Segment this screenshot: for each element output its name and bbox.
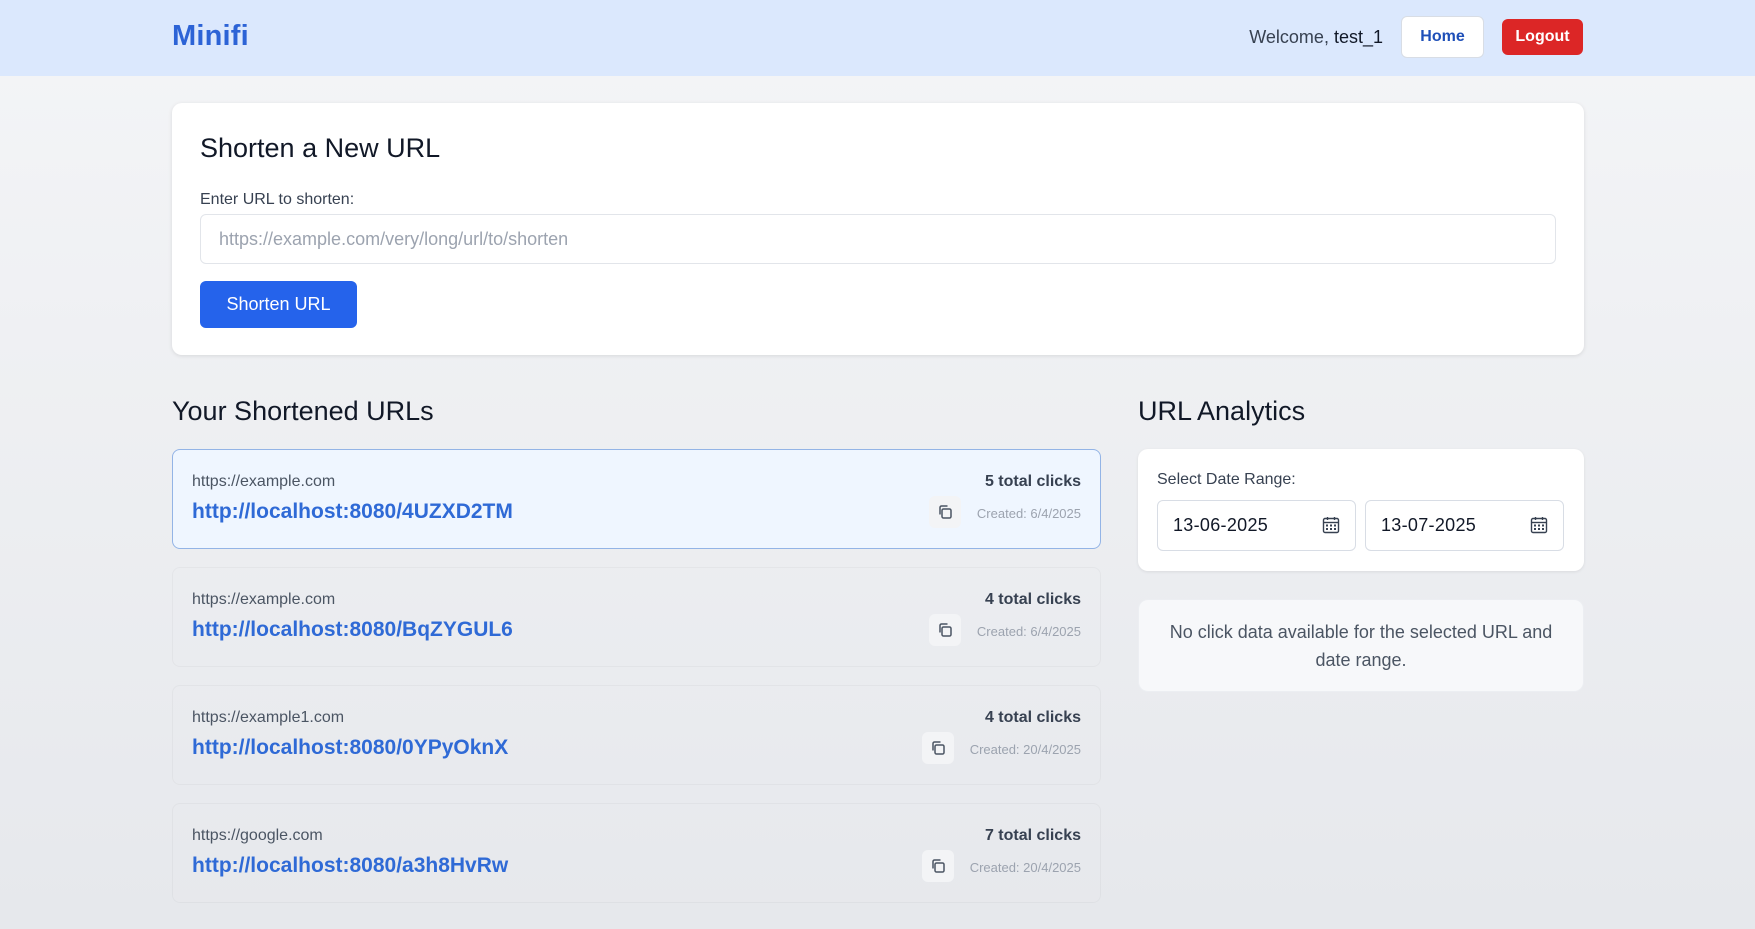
original-url: https://example.com bbox=[192, 473, 336, 490]
calendar-icon[interactable] bbox=[1530, 516, 1548, 534]
short-url-link[interactable]: http://localhost:8080/0YPyOknX bbox=[192, 736, 508, 760]
total-clicks: 7 total clicks bbox=[984, 827, 1081, 844]
start-date-field[interactable]: 13-06-2025 bbox=[1157, 500, 1356, 551]
original-url: https://example.com bbox=[192, 591, 336, 608]
brand-logo[interactable]: Minifi bbox=[172, 20, 249, 53]
short-url-link[interactable]: http://localhost:8080/4UZXD2TM bbox=[192, 500, 513, 524]
short-url-link[interactable]: http://localhost:8080/BqZYGUL6 bbox=[192, 618, 513, 642]
copy-button[interactable] bbox=[929, 496, 961, 528]
no-data-message: No click data available for the selected… bbox=[1138, 599, 1584, 692]
original-url: https://example1.com bbox=[192, 709, 345, 726]
shorten-url-button[interactable]: Shorten URL bbox=[200, 281, 357, 328]
created-date: Created: 6/4/2025 bbox=[976, 506, 1081, 521]
copy-icon bbox=[939, 505, 952, 519]
shortened-urls-title: Your Shortened URLs bbox=[172, 396, 434, 426]
top-navbar: Minifi Welcome, test_1 Home Logout bbox=[0, 0, 1755, 76]
copy-icon bbox=[932, 741, 945, 755]
shorten-card-title: Shorten a New URL bbox=[200, 133, 441, 163]
total-clicks: 5 total clicks bbox=[984, 473, 1081, 490]
copy-icon bbox=[932, 859, 945, 873]
url-list-item[interactable]: https://example.com http://localhost:808… bbox=[172, 449, 1101, 549]
url-list-item[interactable]: https://example1.com http://localhost:80… bbox=[172, 685, 1101, 785]
url-list-item[interactable]: https://example.com http://localhost:808… bbox=[172, 567, 1101, 667]
short-url-link[interactable]: http://localhost:8080/a3h8HvRw bbox=[192, 854, 508, 878]
welcome-prefix: Welcome, bbox=[1249, 27, 1334, 47]
created-date: Created: 6/4/2025 bbox=[976, 624, 1081, 639]
original-url: https://google.com bbox=[192, 827, 323, 844]
total-clicks: 4 total clicks bbox=[984, 591, 1081, 608]
copy-button[interactable] bbox=[922, 850, 954, 882]
calendar-icon[interactable] bbox=[1322, 516, 1340, 534]
logout-button[interactable]: Logout bbox=[1502, 19, 1583, 55]
home-button[interactable]: Home bbox=[1401, 16, 1484, 58]
end-date-value: 13-07-2025 bbox=[1381, 515, 1477, 535]
url-analytics-title: URL Analytics bbox=[1138, 396, 1306, 426]
url-list-item[interactable]: https://google.com http://localhost:8080… bbox=[172, 803, 1101, 903]
total-clicks: 4 total clicks bbox=[984, 709, 1081, 726]
url-input[interactable] bbox=[200, 214, 1556, 264]
username: test_1 bbox=[1333, 27, 1383, 47]
date-range-card: Select Date Range: 13-06-2025 13-07-2025 bbox=[1138, 449, 1584, 571]
end-date-field[interactable]: 13-07-2025 bbox=[1365, 500, 1564, 551]
copy-icon bbox=[939, 623, 952, 637]
welcome-message: Welcome, test_1 bbox=[1249, 27, 1383, 48]
shorten-url-card: Shorten a New URL Enter URL to shorten: … bbox=[172, 103, 1584, 355]
start-date-value: 13-06-2025 bbox=[1173, 515, 1269, 535]
copy-button[interactable] bbox=[922, 732, 954, 764]
created-date: Created: 20/4/2025 bbox=[969, 742, 1081, 757]
created-date: Created: 20/4/2025 bbox=[969, 860, 1081, 875]
copy-button[interactable] bbox=[929, 614, 961, 646]
date-range-label: Select Date Range: bbox=[1157, 471, 1296, 488]
url-input-label: Enter URL to shorten: bbox=[200, 191, 355, 208]
